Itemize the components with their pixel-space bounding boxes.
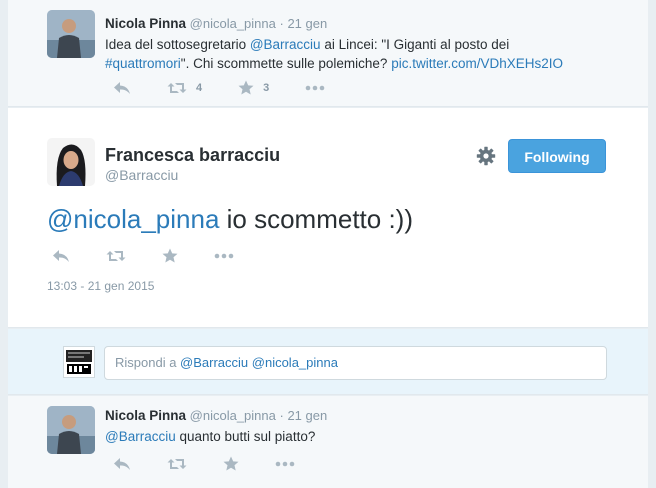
favorite-button[interactable]: 3	[238, 80, 269, 95]
more-icon	[305, 85, 325, 90]
retweet-count: 4	[196, 81, 203, 94]
retweet-icon	[167, 458, 187, 469]
avatar[interactable]	[47, 10, 95, 58]
reply-icon	[53, 249, 69, 262]
mention-link[interactable]: @nicola_pinna	[47, 204, 219, 234]
retweet-icon	[106, 250, 126, 261]
tweet-header: Nicola Pinna @nicola_pinna · 21 gen	[105, 16, 634, 32]
following-button[interactable]: Following	[508, 139, 606, 173]
tweet-timestamp[interactable]: 13:03 - 21 gen 2015	[47, 279, 154, 293]
reply-button[interactable]	[113, 81, 131, 95]
retweet-icon	[167, 82, 187, 93]
author-handle[interactable]: @nicola_pinna	[190, 16, 276, 31]
settings-button[interactable]	[476, 146, 496, 171]
separator-dot: ·	[279, 16, 284, 31]
tweet-actions	[113, 456, 331, 471]
more-button[interactable]	[275, 461, 295, 467]
mention-link[interactable]: @Barracciu	[250, 37, 321, 52]
favorite-button[interactable]	[223, 456, 239, 471]
avatar[interactable]	[47, 406, 95, 454]
text-segment: io scommetto :))	[219, 204, 413, 234]
author-name[interactable]: Nicola Pinna	[105, 16, 186, 31]
tweet-nicola-1[interactable]: Nicola Pinna @nicola_pinna · 21 gen Idea…	[8, 0, 648, 107]
tweet-nicola-2[interactable]: Nicola Pinna @nicola_pinna · 21 gen @Bar…	[8, 396, 648, 488]
hashtag-link[interactable]: #quattromori	[105, 56, 181, 71]
retweet-button[interactable]	[106, 249, 126, 263]
more-icon	[214, 253, 234, 258]
reply-icon	[114, 81, 130, 94]
more-button[interactable]	[305, 85, 325, 91]
gear-icon	[476, 146, 496, 166]
user-avatar-logo	[63, 346, 95, 378]
mention-link[interactable]: @Barracciu	[105, 429, 176, 444]
text-segment: ai Lincei: "I Giganti al posto dei	[320, 37, 510, 52]
avatar[interactable]	[47, 138, 95, 186]
favorite-icon	[162, 248, 178, 263]
tweet-text: @Barracciu quanto butti sul piatto?	[105, 427, 634, 446]
reply-icon	[114, 457, 130, 470]
favorite-button[interactable]	[162, 248, 178, 263]
author-name[interactable]: Francesca barracciu	[105, 145, 280, 166]
tweet-time[interactable]: 21 gen	[287, 408, 327, 423]
tweet-actions	[52, 248, 270, 263]
tweet-text: @nicola_pinna io scommetto :))	[47, 202, 413, 236]
reply-box: Rispondi a @Barracciu @nicola_pinna	[8, 329, 648, 395]
retweet-button[interactable]	[167, 457, 187, 471]
author-handle[interactable]: @Barracciu	[105, 167, 178, 183]
more-button[interactable]	[214, 253, 234, 259]
author-handle[interactable]: @nicola_pinna	[190, 408, 276, 423]
focused-tweet: Francesca barracciu @Barracciu Following…	[8, 108, 648, 328]
author-name[interactable]: Nicola Pinna	[105, 408, 186, 423]
reply-button[interactable]	[113, 457, 131, 471]
tweet-text: Idea del sottosegretario @Barracciu ai L…	[105, 35, 634, 73]
text-segment: quanto butti sul piatto?	[175, 429, 316, 444]
more-icon	[275, 461, 295, 466]
reply-button[interactable]	[52, 249, 70, 263]
tweet-time[interactable]: 21 gen	[287, 16, 327, 31]
reply-input[interactable]: Rispondi a @Barracciu @nicola_pinna	[104, 346, 607, 380]
reply-mentions: @Barracciu @nicola_pinna	[180, 355, 338, 370]
favorite-count: 3	[263, 81, 270, 94]
favorite-icon	[238, 80, 254, 95]
tweet-actions: 4 3	[113, 80, 361, 95]
tweet-header: Nicola Pinna @nicola_pinna · 21 gen	[105, 408, 634, 424]
text-segment: ". Chi scommette sulle polemiche?	[180, 56, 392, 71]
pic-link[interactable]: pic.twitter.com/VDhXEHs2IO	[391, 56, 563, 71]
favorite-icon	[223, 456, 239, 471]
reply-prefix: Rispondi a	[115, 355, 181, 370]
text-segment: Idea del sottosegretario	[105, 37, 250, 52]
separator-dot: ·	[279, 408, 284, 423]
retweet-button[interactable]: 4	[167, 81, 202, 95]
